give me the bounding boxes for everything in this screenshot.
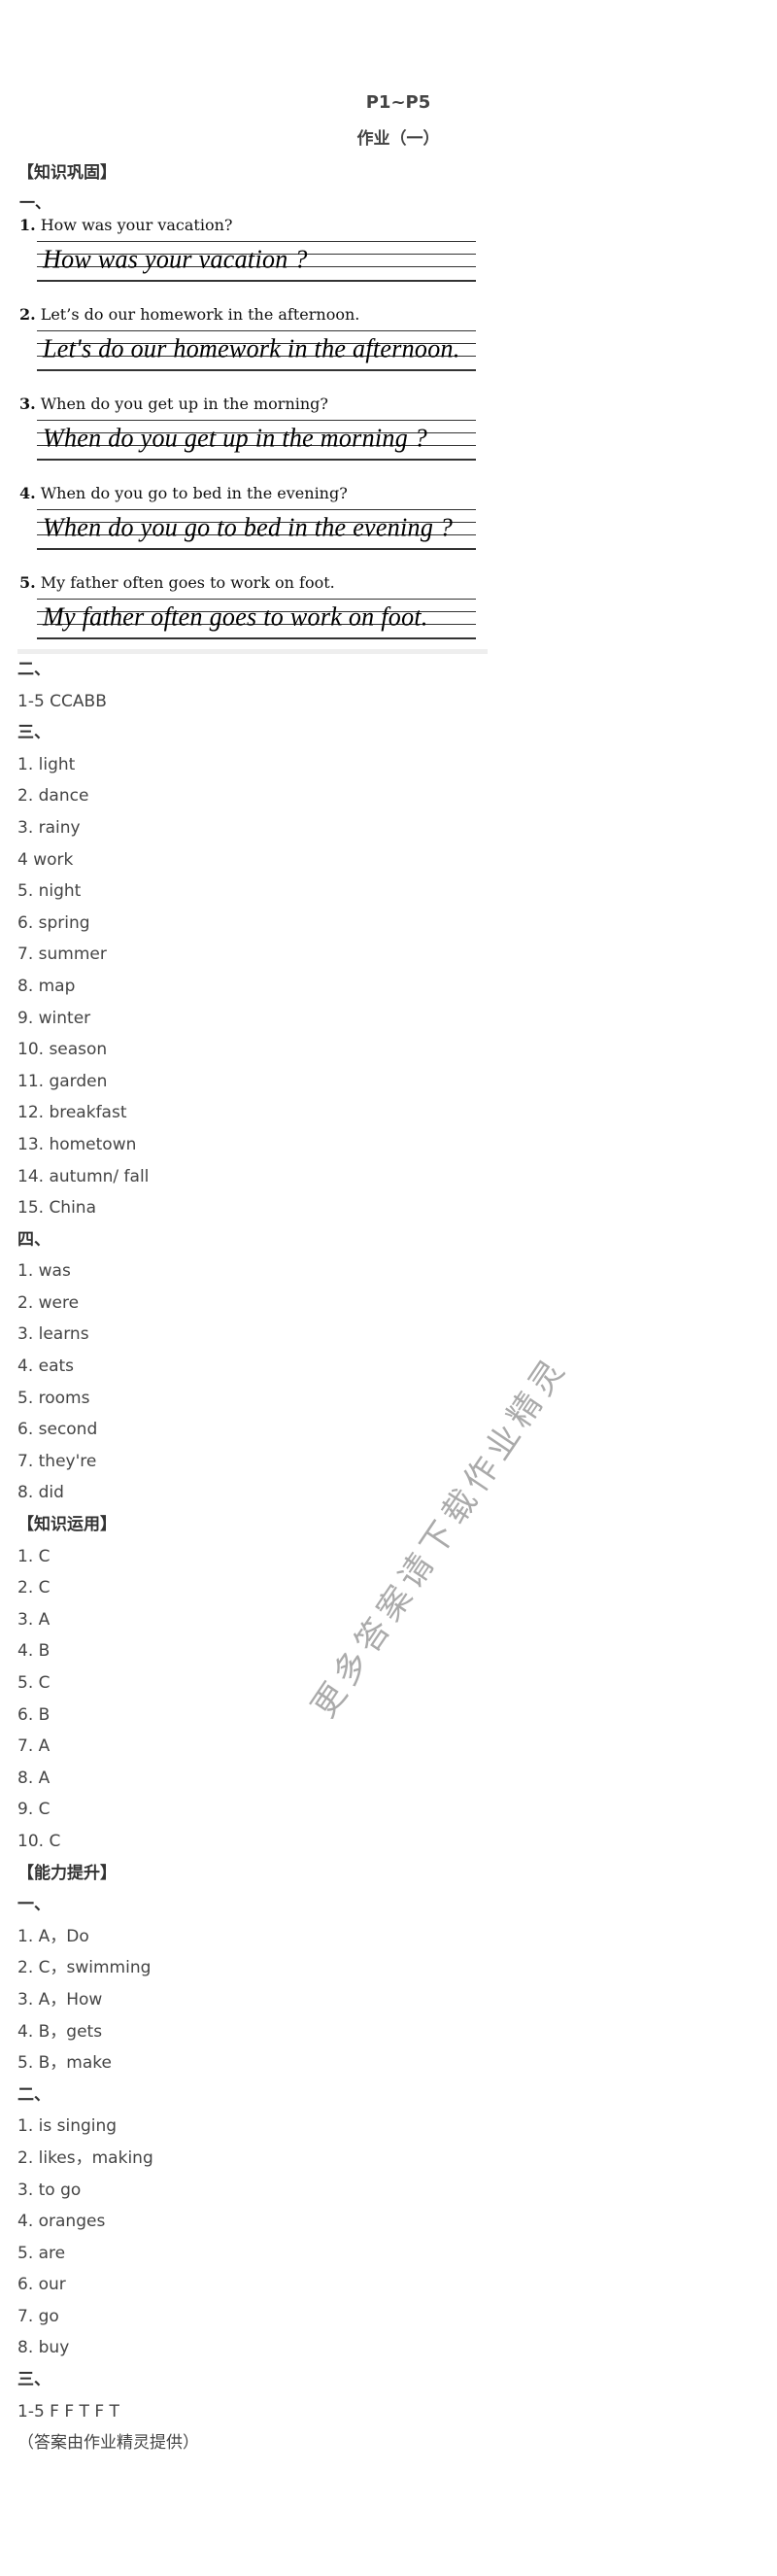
handwritten-answer: My father often goes to work on foot.	[43, 601, 428, 632]
exercise-question: 3. When do you get up in the morning? When…	[19, 395, 486, 484]
answer-line: 1. is singing	[17, 2116, 118, 2137]
section-heading: 【知识运用】	[17, 1515, 117, 1535]
answer-line: 3. A	[17, 1609, 51, 1630]
answer-line: 1. A，Do	[17, 1926, 89, 1946]
answer-line: 3. rainy	[17, 817, 81, 838]
answer-line: 7. go	[17, 2306, 59, 2326]
question-prompt: 3. When do you get up in the morning?	[19, 395, 328, 413]
answer-line: 11. garden	[17, 1071, 108, 1091]
handwriting-lines: When do you get up in the morning ?	[37, 420, 476, 461]
answer-line: 10. season	[17, 1040, 108, 1060]
answer-line: 8. did	[17, 1483, 64, 1503]
page-range-title: P1~P5	[365, 92, 431, 113]
handwriting-lines: When do you go to bed in the evening ?	[37, 509, 476, 550]
section-heading: 三、	[17, 2370, 51, 2390]
answer-line: 4 work	[17, 849, 74, 870]
answer-line: 4. B，gets	[17, 2021, 103, 2042]
question-prompt: 2. Let’s do our homework in the afternoon…	[19, 305, 359, 324]
question-text: My father often goes to work on foot.	[40, 573, 335, 592]
handwritten-answer: Let's do our homework in the afternoon.	[43, 333, 460, 363]
handwriting-lines: How was your vacation ?	[37, 241, 476, 282]
answer-line: 9. C	[17, 1800, 51, 1820]
answer-line: 2. C	[17, 1578, 51, 1598]
answer-line: 7. they're	[17, 1451, 97, 1471]
question-text: How was your vacation?	[40, 216, 233, 234]
question-number: 2.	[19, 305, 36, 324]
section-heading: 【知识巩固】	[17, 163, 117, 183]
section-heading: 二、	[17, 2084, 51, 2105]
answer-line: 8. map	[17, 976, 76, 996]
answer-line: 5. night	[17, 881, 82, 902]
answer-line: 13. hometown	[17, 1134, 137, 1154]
answer-line: 14. autumn/ fall	[17, 1166, 150, 1186]
section-heading: 【能力提升】	[17, 1863, 117, 1883]
answer-line: 5. rooms	[17, 1388, 90, 1408]
answer-line: （答案由作业精灵提供）	[17, 2433, 199, 2454]
section-heading: 四、	[17, 1229, 51, 1250]
watermark: 更多答案请下载作业精灵	[304, 1348, 576, 1726]
answer-line: 2. dance	[17, 786, 89, 807]
question-text: When do you go to bed in the evening?	[40, 484, 348, 502]
answer-line: 1. light	[17, 754, 76, 774]
answer-line: 6. spring	[17, 912, 90, 933]
answer-line: 1. C	[17, 1546, 51, 1566]
handwriting-lines: Let's do our homework in the afternoon.	[37, 330, 476, 371]
answer-line: 1. was	[17, 1261, 71, 1282]
answer-line: 3. learns	[17, 1324, 89, 1345]
question-prompt: 5. My father often goes to work on foot.	[19, 573, 335, 592]
assignment-title: 作业（一）	[356, 129, 440, 149]
question-prompt: 1. How was your vacation?	[19, 216, 232, 234]
answer-line: 5. B，make	[17, 2053, 112, 2074]
answer-line: 1-5 F F T F T	[17, 2401, 119, 2421]
answer-line: 5. are	[17, 2243, 66, 2263]
answer-line: 10. C	[17, 1831, 61, 1851]
answer-line: 6. B	[17, 1704, 51, 1725]
answer-line: 2. likes，making	[17, 2147, 153, 2168]
answer-line: 2. were	[17, 1292, 80, 1313]
part-label: 一、	[19, 193, 51, 212]
question-number: 3.	[19, 395, 36, 413]
handwritten-answer: When do you go to bed in the evening ?	[43, 512, 454, 542]
section-heading: 二、	[17, 660, 51, 679]
answer-list: 二、 1-5 CCABB 三、 1. light 2. dance 3. rainy 4 w…	[17, 654, 199, 2459]
question-text: Let’s do our homework in the afternoon.	[40, 305, 360, 324]
section-heading: 三、	[17, 723, 51, 743]
answer-line: 12. breakfast	[17, 1103, 127, 1123]
answer-line: 9. winter	[17, 1008, 91, 1028]
answer-line: 4. eats	[17, 1357, 75, 1377]
answer-line: 1-5 CCABB	[17, 691, 107, 711]
handwriting-lines: My father often goes to work on foot.	[37, 599, 476, 639]
question-number: 4.	[19, 484, 36, 502]
answer-line: 5. C	[17, 1673, 51, 1693]
answer-line: 7. summer	[17, 945, 107, 965]
question-number: 1.	[19, 216, 36, 234]
answer-line: 3. to go	[17, 2180, 82, 2200]
exercise-question: 1. How was your vacation? How was your vac…	[19, 216, 486, 305]
question-number: 5.	[19, 573, 36, 592]
answer-line: 4. oranges	[17, 2212, 106, 2232]
answer-line: 15. China	[17, 1198, 96, 1219]
question-prompt: 4. When do you go to bed in the evening?	[19, 484, 348, 502]
answer-line: 8. buy	[17, 2338, 70, 2358]
answer-line: 2. C，swimming	[17, 1958, 152, 1978]
exercise-question: 4. When do you go to bed in the evening? W…	[19, 484, 486, 573]
handwritten-answer: How was your vacation ?	[43, 244, 308, 274]
answer-line: 4. B	[17, 1641, 51, 1662]
scanned-exercise-image: 一、 1. How was your vacation? How was your …	[17, 189, 488, 654]
question-text: When do you get up in the morning?	[40, 395, 328, 413]
handwritten-answer: When do you get up in the morning ?	[43, 423, 428, 453]
answer-line: 3. A，How	[17, 1989, 103, 2009]
answer-line: 7. A	[17, 1736, 51, 1757]
answer-line: 6. our	[17, 2275, 66, 2295]
exercise-question: 2. Let’s do our homework in the afternoon…	[19, 305, 486, 395]
section-heading: 一、	[17, 1895, 51, 1915]
answer-line: 6. second	[17, 1420, 98, 1440]
answer-line: 8. A	[17, 1768, 51, 1788]
